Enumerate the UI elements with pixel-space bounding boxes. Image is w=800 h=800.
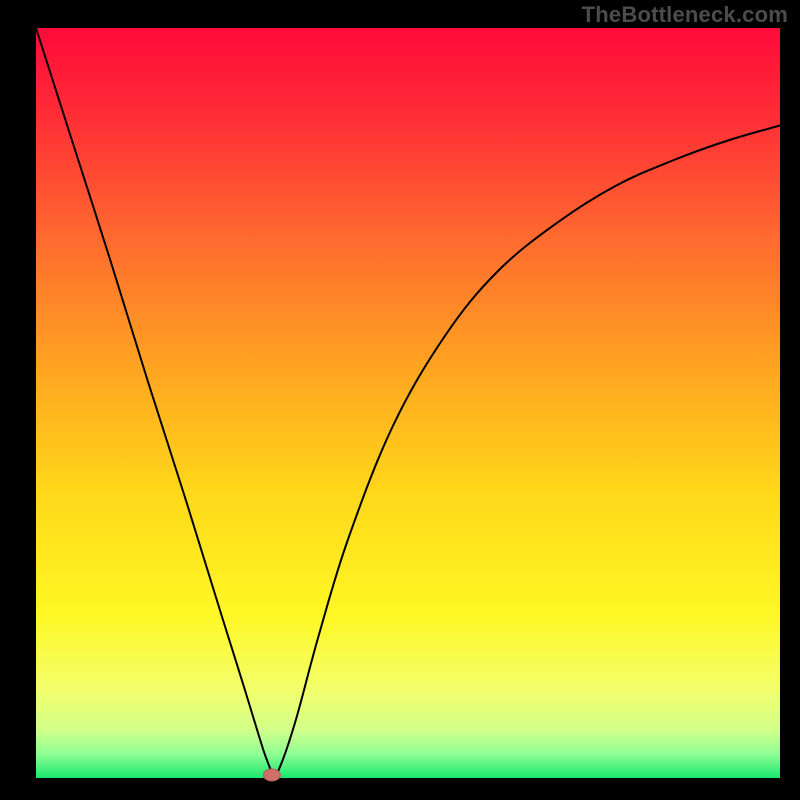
plot-background	[36, 28, 780, 778]
optimal-point-marker	[263, 769, 280, 781]
bottleneck-chart	[0, 0, 800, 800]
chart-frame: TheBottleneck.com	[0, 0, 800, 800]
